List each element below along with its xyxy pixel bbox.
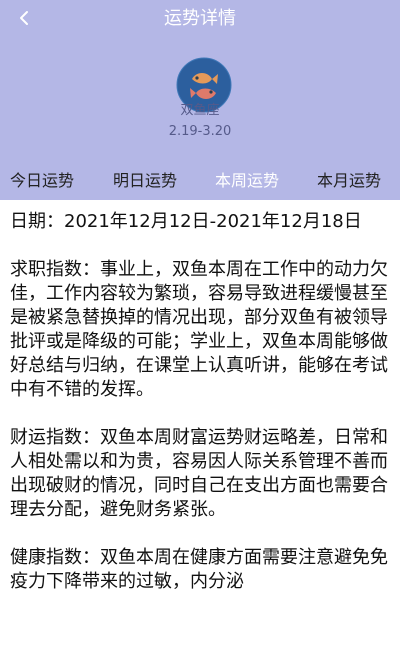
wealth-fortune-text: 财运指数：双鱼本周财富运势财运略差，日常和人相处需以和为贵，容易因人际关系管理不… <box>10 427 388 520</box>
header: 运势详情 双鱼座 2.19-3.20 今日运势 明日运势 本周运势 本月运势 <box>0 0 400 200</box>
sign-name: 双鱼座 <box>180 103 220 118</box>
date-range-text: 日期：2021年12月12日-2021年12月18日 <box>10 211 362 232</box>
tab-tomorrow[interactable]: 明日运势 <box>113 168 177 194</box>
health-fortune-text: 健康指数：双鱼本周在健康方面需要注意避免免疫力下降带来的过敏，内分泌 <box>10 547 388 592</box>
tab-today[interactable]: 今日运势 <box>10 168 74 194</box>
career-fortune-text: 求职指数：事业上，双鱼本周在工作中的动力欠佳，工作内容较为繁琐，容易导致进程缓慢… <box>10 259 388 400</box>
fortune-tabs: 今日运势 明日运势 本周运势 本月运势 <box>0 168 400 194</box>
tab-this-week[interactable]: 本周运势 <box>215 168 279 194</box>
page-title: 运势详情 <box>164 8 236 29</box>
fortune-content: 日期：2021年12月12日-2021年12月18日 求职指数：事业上，双鱼本周… <box>10 210 390 618</box>
sign-date-range: 2.19-3.20 <box>168 124 232 139</box>
tab-this-month[interactable]: 本月运势 <box>317 168 381 194</box>
